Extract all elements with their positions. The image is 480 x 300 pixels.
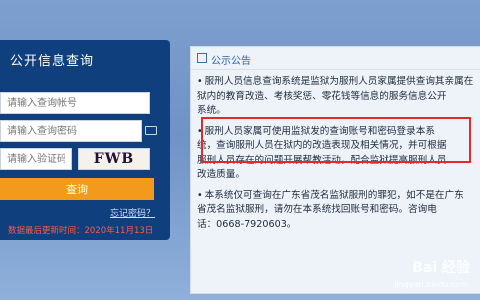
captcha-input[interactable]: [0, 148, 72, 170]
forgot-password-link[interactable]: 忘记密码？: [110, 206, 155, 219]
notice-paragraph-3: • 本系统仅可查询在广东省茂名监狱服刑的罪犯，如不是在广东 省茂名监狱服刑，请勿在…: [197, 189, 464, 230]
watermark-url: jingyan.baidu.com: [394, 280, 468, 289]
notice-panel: 公示公告 • 服刑人员信息查询系统是监狱为服刑人员家属提供查询其亲属在 狱内的教育…: [190, 46, 480, 294]
notice-paragraph-1: • 服刑人员信息查询系统是监狱为服刑人员家属提供查询其亲属在 狱内的教育改造、考核…: [197, 76, 474, 116]
query-button[interactable]: 查询: [0, 178, 154, 200]
highlight-box: [201, 117, 471, 163]
account-input[interactable]: [0, 92, 150, 114]
keyboard-icon[interactable]: [145, 126, 157, 135]
update-time: 数据最后更新时间：2020年11月13日: [8, 226, 154, 236]
notice-icon: [197, 53, 207, 63]
login-title: 公开信息查询: [10, 54, 95, 69]
login-panel: 公开信息查询 FWB 查询 忘记密码？ 数据最后更新时间：2020年11月13日: [0, 40, 170, 240]
notice-title: 公示公告: [211, 56, 251, 67]
watermark: Bai 经验: [412, 260, 470, 276]
notice-header: 公示公告: [191, 47, 480, 70]
captcha-image[interactable]: FWB: [78, 148, 150, 170]
password-input[interactable]: [0, 120, 142, 142]
